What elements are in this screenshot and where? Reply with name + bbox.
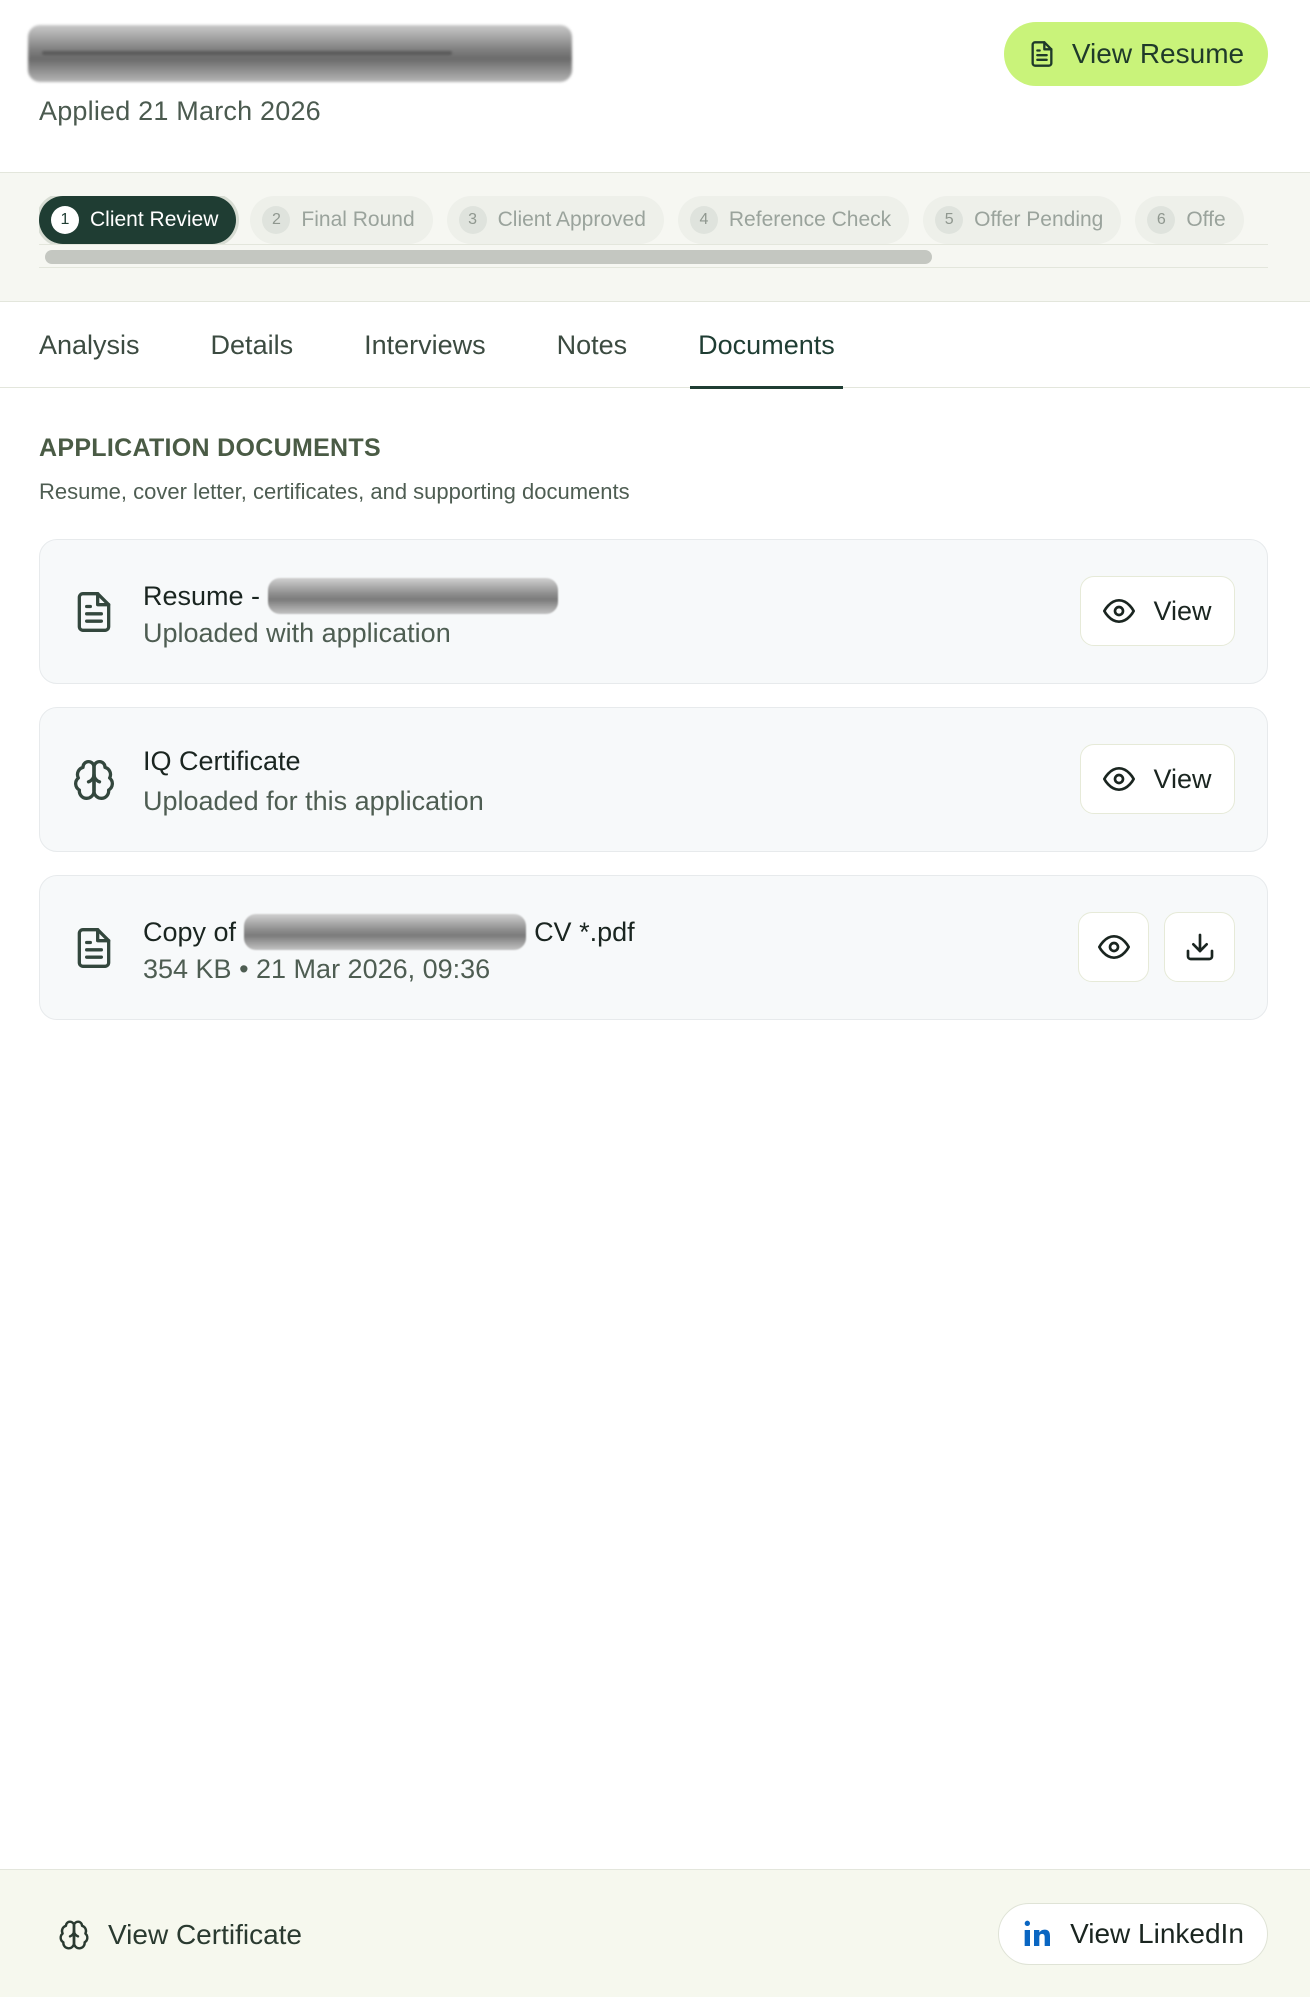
view-linkedin-label: View LinkedIn xyxy=(1070,1918,1244,1949)
download-file-button[interactable] xyxy=(1164,912,1235,982)
eye-icon xyxy=(1097,935,1130,959)
section-subtitle: Resume, cover letter, certificates, and … xyxy=(39,479,630,504)
pipeline-stages-bar: 1 Client Review 2 Final Round 3 Client A… xyxy=(0,172,1310,302)
scrollbar-thumb[interactable] xyxy=(45,250,932,264)
document-subtitle: Uploaded with application xyxy=(143,618,451,648)
stage-label: Client Approved xyxy=(497,208,646,231)
candidate-header: Applied 21 March 2026 View Resume xyxy=(0,0,1310,172)
stage-label: Offe xyxy=(1186,208,1226,231)
stage-list: 1 Client Review 2 Final Round 3 Client A… xyxy=(39,196,1268,244)
stage-label: Reference Check xyxy=(728,208,892,231)
preview-file-button[interactable] xyxy=(1078,912,1149,982)
file-text-icon xyxy=(77,928,111,968)
stage-number: 1 xyxy=(51,206,79,234)
document-subtitle: Uploaded for this application xyxy=(143,786,484,816)
document-title: Resume - xyxy=(143,578,559,614)
document-meta: 354 KB • 21 Mar 2026, 09:36 xyxy=(143,954,491,984)
stage-final-round[interactable]: 2 Final Round xyxy=(250,196,433,244)
linkedin-icon xyxy=(1024,1920,1051,1946)
stage-number: 3 xyxy=(458,206,487,234)
brain-icon xyxy=(74,760,114,800)
view-certificate-document-button[interactable]: View xyxy=(1080,744,1235,814)
stage-reference-check[interactable]: 4 Reference Check xyxy=(677,196,910,244)
view-resume-label: View Resume xyxy=(1071,38,1245,69)
tab-analysis[interactable]: Analysis xyxy=(31,302,148,388)
tab-interviews[interactable]: Interviews xyxy=(356,302,494,388)
tab-documents[interactable]: Documents xyxy=(690,302,843,389)
document-card-resume: Resume - Uploaded with application View xyxy=(39,539,1268,684)
file-text-icon xyxy=(1031,41,1053,67)
view-certificate-button[interactable]: View Certificate xyxy=(58,1910,302,1960)
document-card-iq-certificate: IQ Certificate Uploaded for this applica… xyxy=(39,707,1268,852)
horizontal-scrollbar[interactable] xyxy=(39,244,1268,268)
eye-icon xyxy=(1103,767,1136,791)
stage-label: Offer Pending xyxy=(974,208,1104,231)
document-title-prefix: Copy of xyxy=(143,916,237,947)
view-resume-button[interactable]: View Resume xyxy=(1004,22,1268,86)
view-linkedin-button[interactable]: View LinkedIn xyxy=(998,1903,1268,1965)
brain-icon xyxy=(59,1920,89,1950)
download-icon xyxy=(1186,933,1213,961)
stage-number: 6 xyxy=(1147,206,1176,234)
stage-number: 5 xyxy=(935,206,964,234)
document-card-cv-file: Copy of CV *.pdf 354 KB • 21 Mar 2026, 0… xyxy=(39,875,1268,1020)
stage-number: 2 xyxy=(262,206,291,234)
document-title: Copy of CV *.pdf xyxy=(143,914,635,950)
document-title-prefix: Resume - xyxy=(143,580,261,611)
tab-bar: Analysis Details Interviews Notes Docume… xyxy=(0,302,1310,389)
tab-notes[interactable]: Notes xyxy=(549,302,636,388)
tab-details[interactable]: Details xyxy=(203,302,302,388)
stage-client-approved[interactable]: 3 Client Approved xyxy=(446,196,664,244)
file-text-icon xyxy=(77,592,111,632)
candidate-name-redacted xyxy=(28,25,572,82)
stage-offer[interactable]: 6 Offe xyxy=(1135,196,1244,244)
stage-client-review[interactable]: 1 Client Review xyxy=(39,196,237,244)
view-label: View xyxy=(1153,763,1212,794)
view-label: View xyxy=(1153,595,1212,626)
document-title-suffix: CV *.pdf xyxy=(534,916,635,947)
eye-icon xyxy=(1103,599,1136,623)
document-title: IQ Certificate xyxy=(143,746,301,776)
section-title: APPLICATION DOCUMENTS xyxy=(39,434,381,462)
stage-number: 4 xyxy=(689,206,718,234)
view-certificate-label: View Certificate xyxy=(108,1919,303,1950)
footer-bar: View Certificate View LinkedIn xyxy=(0,1869,1310,1997)
applied-date: Applied 21 March 2026 xyxy=(39,96,321,126)
stage-label: Final Round xyxy=(301,208,415,231)
redacted-candidate-name xyxy=(244,914,527,950)
stage-label: Client Review xyxy=(90,208,219,231)
stage-offer-pending[interactable]: 5 Offer Pending xyxy=(923,196,1122,244)
redacted-candidate-name xyxy=(268,578,559,614)
view-resume-document-button[interactable]: View xyxy=(1080,576,1235,646)
